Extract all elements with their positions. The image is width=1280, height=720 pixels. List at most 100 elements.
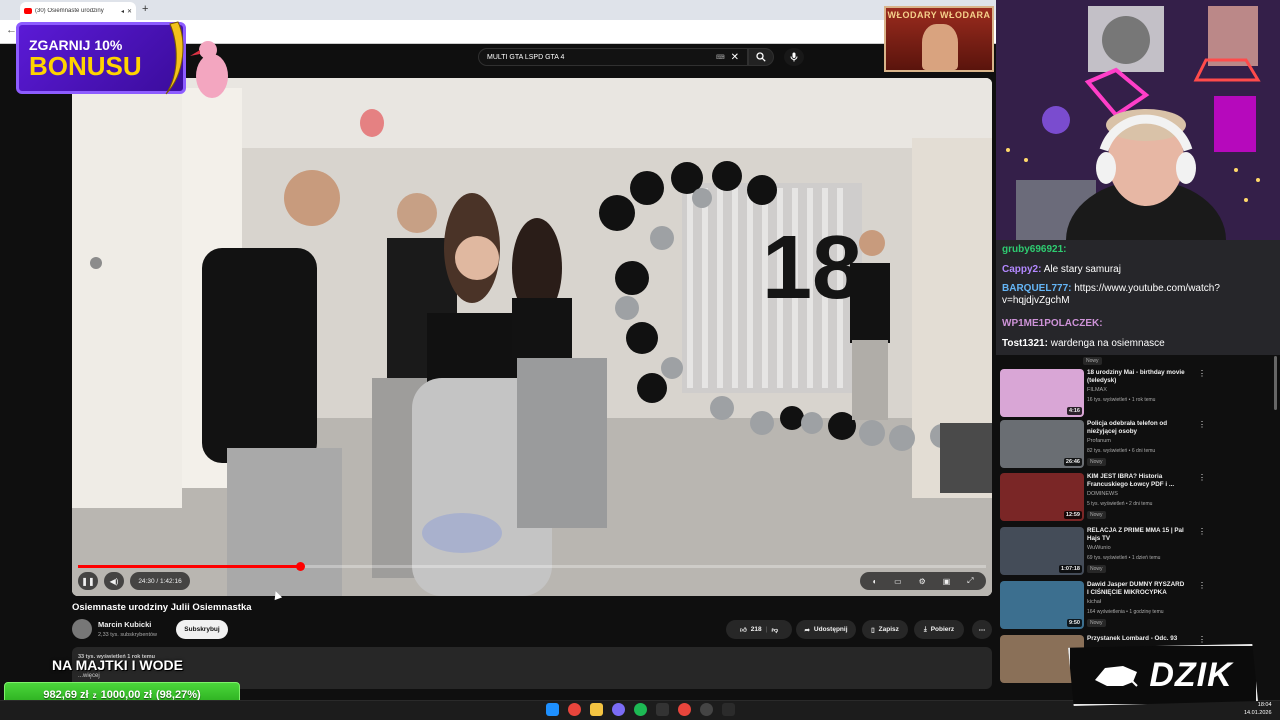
chat-username[interactable]: BARQUEL777: bbox=[1002, 283, 1071, 294]
voice-search-button[interactable] bbox=[784, 48, 804, 66]
subscribe-button[interactable]: Subskrybuj bbox=[176, 620, 228, 639]
chrome-icon[interactable] bbox=[568, 703, 581, 716]
video-thumbnail[interactable]: 4:16 bbox=[1000, 369, 1084, 417]
recommended-channel[interactable]: kichał bbox=[1087, 599, 1101, 605]
clock-date: 14.01.2026 bbox=[1244, 710, 1272, 716]
chat-username[interactable]: WP1ME1POLACZEK: bbox=[1002, 318, 1103, 329]
majtki-caption: NA MAJTKI I WODE bbox=[52, 657, 183, 673]
save-button[interactable]: ▯ Zapisz bbox=[862, 620, 908, 639]
start-icon[interactable] bbox=[546, 703, 559, 716]
video-menu-icon[interactable]: ⋮ bbox=[1198, 369, 1206, 378]
video-menu-icon[interactable]: ⋮ bbox=[1198, 473, 1206, 482]
show-more-link[interactable]: ...więcej bbox=[78, 673, 100, 679]
recommended-video[interactable]: 9:50 Dawid Jasper DUMNY RYSZARD I CIŚNIĘC… bbox=[1000, 581, 1270, 631]
clear-search-icon[interactable]: ✕ bbox=[731, 52, 739, 63]
recommended-video[interactable]: 12:59 KIM JEST IBRA? Historia Francuskieg… bbox=[1000, 473, 1270, 523]
app-icon[interactable] bbox=[656, 703, 669, 716]
recommended-title[interactable]: Przystanek Lombard - Odc. 93 bbox=[1087, 635, 1187, 643]
like-icon[interactable]: 👍︎ bbox=[740, 626, 747, 634]
search-input[interactable]: MULTI GTA LSPD GTA 4 ⌨ ✕ bbox=[478, 48, 748, 66]
search-button[interactable] bbox=[748, 48, 774, 66]
misc-app-icon[interactable] bbox=[722, 703, 735, 716]
video-frame-party-scene: 18 bbox=[72, 78, 992, 596]
browser-tab[interactable]: (30) Osiemnaste urodziny ◂ ✕ bbox=[20, 2, 136, 20]
chat-username[interactable]: Tost1321: bbox=[1002, 338, 1048, 349]
channel-avatar[interactable] bbox=[72, 619, 92, 639]
folder-icon[interactable] bbox=[590, 703, 603, 716]
chat-username[interactable]: Cappy2: bbox=[1002, 264, 1041, 275]
new-badge: Nowy bbox=[1087, 511, 1106, 519]
video-menu-icon[interactable]: ⋮ bbox=[1198, 581, 1206, 590]
video-thumbnail[interactable]: 12:59 bbox=[1000, 473, 1084, 521]
search-query: MULTI GTA LSPD GTA 4 bbox=[487, 53, 565, 61]
progress-bar[interactable] bbox=[78, 562, 986, 571]
taskbar-clock: 18:04 14.01.2026 bbox=[1244, 701, 1272, 717]
recommended-video[interactable]: 4:16 18 urodziny Mai - birthday movie (te… bbox=[1000, 369, 1270, 419]
download-button[interactable]: ⤓ Pobierz bbox=[914, 620, 964, 639]
share-button[interactable]: ➦ Udostępnij bbox=[796, 620, 856, 639]
recommended-meta: 69 tys. wyświetleń • 1 dzień temu bbox=[1087, 555, 1161, 561]
scrubber-handle[interactable] bbox=[296, 562, 306, 571]
tab-close-icon[interactable]: ✕ bbox=[127, 8, 132, 15]
svg-text:18: 18 bbox=[762, 218, 862, 318]
discord-icon[interactable] bbox=[612, 703, 625, 716]
poster-text: WŁODARY WŁODARA bbox=[887, 10, 991, 20]
settings-gear-icon[interactable]: ⚙ bbox=[919, 577, 926, 586]
recommended-meta: 164 wyświetlenia • 1 godzinę temu bbox=[1087, 609, 1164, 615]
poster-portrait bbox=[922, 24, 958, 70]
miniplayer-icon[interactable]: ▣ bbox=[943, 577, 951, 586]
clock-time: 18:04 bbox=[1257, 702, 1272, 708]
video-thumbnail[interactable]: 26:46 bbox=[1000, 420, 1084, 468]
recommended-title[interactable]: Dawid Jasper DUMNY RYSZARD I CIŚNIĘCIE M… bbox=[1087, 581, 1187, 597]
like-count[interactable]: 218 bbox=[751, 626, 762, 633]
dzik-text: DZIK bbox=[1149, 655, 1233, 694]
video-thumbnail[interactable]: 1:07:18 bbox=[1000, 527, 1084, 575]
pause-button[interactable]: ❚❚ bbox=[78, 572, 98, 590]
volume-button[interactable]: ◀) bbox=[104, 572, 124, 590]
new-badge: Nowy bbox=[1087, 619, 1106, 627]
chat-text: wardenga na osiemnasce bbox=[1050, 338, 1165, 349]
recommended-title[interactable]: 18 urodziny Mai - birthday movie (teledy… bbox=[1087, 369, 1187, 385]
obs-icon[interactable] bbox=[700, 703, 713, 716]
video-menu-icon[interactable]: ⋮ bbox=[1198, 635, 1206, 644]
subtitles-icon[interactable]: ▭ bbox=[894, 577, 902, 586]
download-icon: ⤓ bbox=[923, 625, 927, 633]
recommended-channel[interactable]: FILMAX bbox=[1087, 387, 1107, 393]
chrome-active-icon[interactable] bbox=[678, 703, 691, 716]
chat-message: Tost1321: wardenga na osiemnasce bbox=[1002, 338, 1274, 350]
subscriber-count: 2,33 tys. subskrybentów bbox=[98, 632, 158, 638]
recommended-title[interactable]: RELACJA Z PRIME MMA 15 | Pal Hajs TV bbox=[1087, 527, 1187, 543]
more-dots-icon: ⋯ bbox=[978, 626, 986, 634]
boar-icon bbox=[1095, 666, 1139, 687]
bonus-line2: BONUSU bbox=[29, 51, 142, 81]
recommended-video[interactable]: 26:46 Policja odebrała telefon od nieżyją… bbox=[1000, 420, 1270, 470]
chat-username[interactable]: gruby696921: bbox=[1002, 244, 1066, 255]
microphone-icon bbox=[790, 52, 798, 62]
video-thumbnail[interactable]: 9:50 bbox=[1000, 581, 1084, 629]
spotify-icon[interactable] bbox=[634, 703, 647, 716]
chat-message: gruby696921: bbox=[1002, 244, 1274, 256]
chat-text: Ale stary samuraj bbox=[1043, 264, 1121, 275]
video-menu-icon[interactable]: ⋮ bbox=[1198, 527, 1206, 536]
search-icon bbox=[756, 52, 766, 62]
bookmark-icon: ▯ bbox=[871, 626, 875, 634]
recommended-channel[interactable]: WuWunio bbox=[1087, 545, 1111, 551]
more-actions-button[interactable]: ⋯ bbox=[972, 620, 992, 639]
recommendations-scrollbar[interactable] bbox=[1274, 356, 1277, 410]
new-tab-button[interactable]: + bbox=[142, 3, 148, 15]
dislike-icon[interactable]: 👎︎ bbox=[771, 626, 778, 634]
fullscreen-icon[interactable]: ⤢ bbox=[967, 576, 973, 586]
keyboard-icon[interactable]: ⌨ bbox=[716, 54, 725, 61]
channel-name[interactable]: Marcin Kubicki bbox=[98, 620, 151, 629]
recommended-channel[interactable]: DOMINEWS bbox=[1087, 491, 1118, 497]
browser-tab-bar bbox=[0, 0, 1000, 20]
video-title: Osiemnaste urodziny Julii Osiemnastka bbox=[72, 602, 252, 613]
recommended-title[interactable]: KIM JEST IBRA? Historia Francuskiego Łow… bbox=[1087, 473, 1187, 489]
webcam-scene bbox=[996, 0, 1280, 240]
autoplay-toggle-icon[interactable]: ◐ bbox=[872, 577, 877, 586]
recommended-video[interactable]: 1:07:18 RELACJA Z PRIME MMA 15 | Pal Hajs… bbox=[1000, 527, 1270, 577]
video-menu-icon[interactable]: ⋮ bbox=[1198, 420, 1206, 429]
recommended-title[interactable]: Policja odebrała telefon od nieżyjącej o… bbox=[1087, 420, 1187, 436]
recommended-channel[interactable]: Profanum bbox=[1087, 438, 1111, 444]
video-player[interactable]: 18 bbox=[72, 78, 992, 596]
